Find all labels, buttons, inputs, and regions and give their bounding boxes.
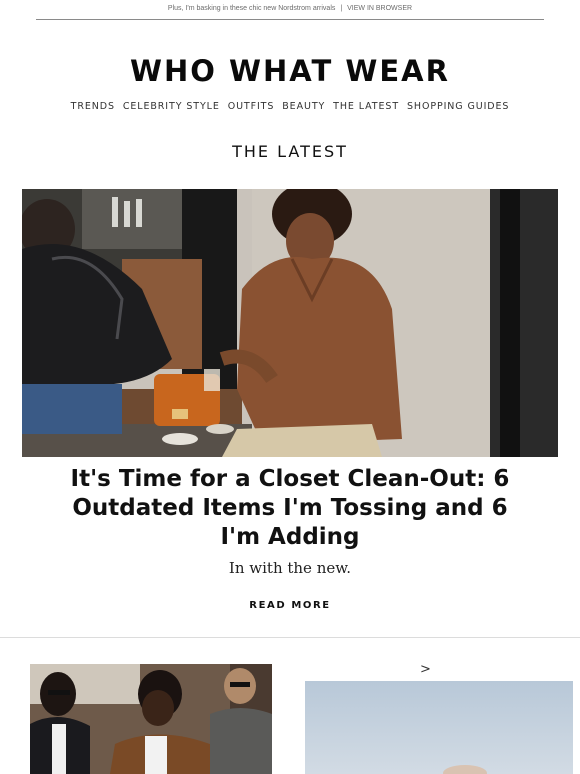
preheader-text: Plus, I'm basking in these chic new Nord…	[167, 5, 336, 12]
article-subhead: In with the new.	[228, 559, 352, 577]
brand-logo[interactable]: WHO WHAT WEAR	[0, 54, 580, 88]
card-left-photo-illustration	[30, 664, 272, 774]
main-nav: TRENDS CELEBRITY STYLE OUTFITS BEAUTY TH…	[0, 101, 580, 112]
preheader: Plus, I'm basking in these chic new Nord…	[0, 5, 580, 12]
section-title: THE LATEST	[232, 142, 348, 161]
nav-item-shopping-guides[interactable]: SHOPPING GUIDES	[407, 101, 509, 112]
nav-item-trends[interactable]: TRENDS	[71, 101, 115, 112]
nav-item-celebrity-style[interactable]: CELEBRITY STYLE	[123, 101, 220, 112]
nav-item-outfits[interactable]: OUTFITS	[228, 101, 275, 112]
card-image-left[interactable]	[30, 664, 272, 774]
read-more-button[interactable]: READ MORE	[0, 600, 580, 611]
view-in-browser-link[interactable]: VIEW IN BROWSER	[347, 5, 412, 12]
preheader-separator: |	[340, 5, 343, 12]
nav-item-the-latest[interactable]: THE LATEST	[333, 101, 399, 112]
card-image-right[interactable]	[305, 681, 573, 774]
card-right-photo-illustration	[305, 681, 573, 774]
top-divider	[36, 19, 544, 20]
article-headline[interactable]: It's Time for a Closet Clean-Out: 6 Outd…	[70, 465, 510, 552]
hero-photo-illustration	[22, 189, 558, 457]
hero-image[interactable]	[22, 189, 558, 457]
nav-item-beauty[interactable]: BEAUTY	[282, 101, 325, 112]
chevron-right-icon[interactable]: >	[420, 662, 431, 677]
section-divider	[0, 637, 580, 638]
